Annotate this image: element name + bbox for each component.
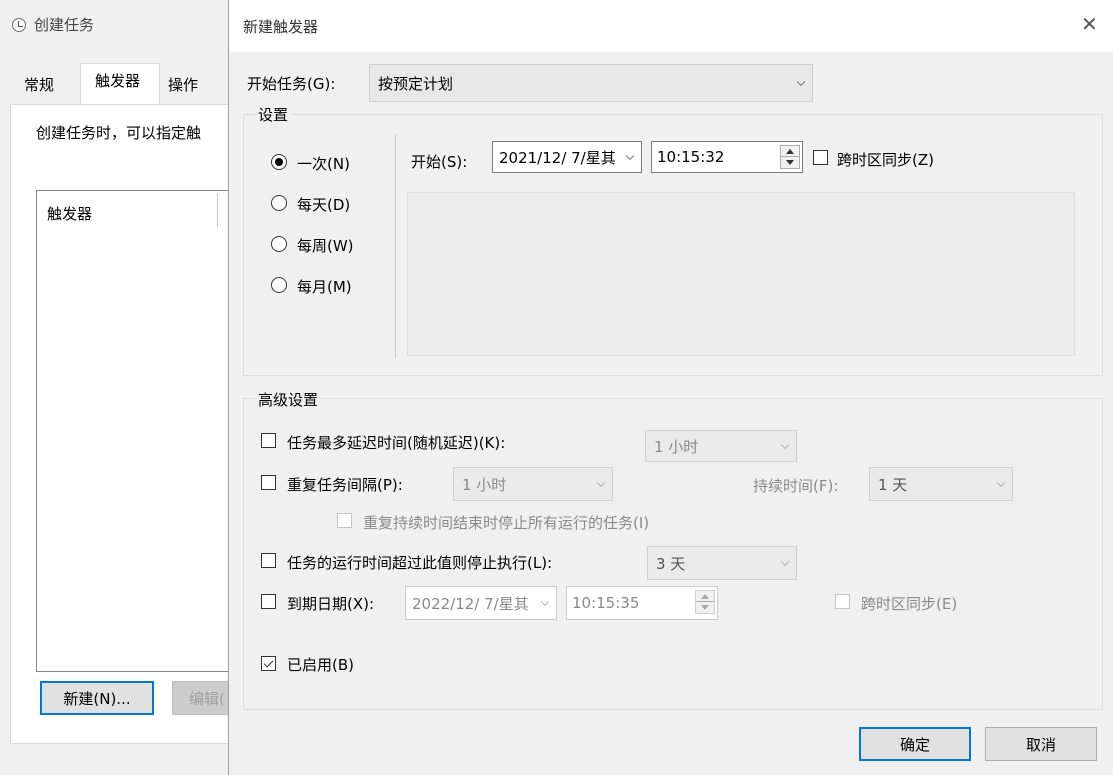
enabled-checkbox[interactable] — [261, 656, 276, 671]
triggers-description: 创建任务时，可以指定触 — [36, 124, 202, 142]
new-trigger-button[interactable]: 新建(N)... — [40, 681, 154, 715]
spin-up-icon — [786, 149, 794, 154]
expire-sync-checkbox[interactable] — [835, 594, 850, 609]
duration-select[interactable]: 1 天 — [869, 467, 1013, 501]
tab-general[interactable]: 常规 — [24, 74, 54, 95]
duration-value: 1 天 — [878, 475, 908, 494]
start-time-input[interactable]: 10:15:32 — [651, 141, 803, 173]
spin-divider — [696, 601, 714, 602]
radio-once[interactable] — [271, 154, 287, 170]
cancel-button[interactable]: 取消 — [985, 727, 1097, 761]
chevron-down-icon — [780, 440, 790, 450]
new-trigger-dialog: 新建触发器 ✕ 开始任务(G): 按预定计划 设置 一次(N) 每天(D) 每周… — [228, 0, 1113, 775]
delay-select[interactable]: 1 小时 — [645, 430, 797, 462]
expire-time-input[interactable]: 10:15:35 — [566, 586, 718, 620]
radio-once-label[interactable]: 一次(N) — [297, 153, 350, 174]
chevron-down-icon — [780, 557, 790, 567]
radio-daily-label[interactable]: 每天(D) — [297, 194, 350, 215]
stop-if-longer-checkbox[interactable] — [261, 553, 276, 568]
radio-daily[interactable] — [271, 195, 287, 211]
stop-all-checkbox[interactable] — [337, 513, 352, 528]
expire-sync-label[interactable]: 跨时区同步(E) — [861, 593, 957, 614]
chevron-down-icon — [625, 151, 635, 161]
start-task-select[interactable]: 按预定计划 — [369, 64, 813, 102]
delay-label[interactable]: 任务最多延迟时间(随机延迟)(K): — [287, 432, 505, 453]
chevron-down-icon — [996, 478, 1006, 488]
list-column-header: 触发器 — [47, 205, 93, 223]
dialog-title: 新建触发器 — [243, 18, 319, 36]
chevron-down-icon — [796, 77, 806, 87]
start-time-value: 10:15:32 — [657, 148, 725, 166]
close-icon[interactable]: ✕ — [1081, 12, 1098, 36]
dialog-titlebar: 新建触发器 ✕ — [229, 0, 1113, 52]
radio-monthly-label[interactable]: 每月(M) — [297, 276, 352, 297]
background-title: 创建任务 — [34, 16, 95, 34]
spin-down-icon — [701, 605, 709, 610]
repeat-checkbox[interactable] — [261, 475, 276, 490]
triggers-list[interactable]: 触发器 — [36, 190, 230, 672]
start-label: 开始(S): — [411, 153, 468, 171]
schedule-details-panel — [407, 192, 1075, 356]
edit-trigger-button[interactable]: 编辑( — [172, 681, 230, 715]
expire-time-spinner[interactable] — [695, 590, 715, 614]
radio-weekly-label[interactable]: 每周(W) — [297, 235, 354, 256]
duration-label: 持续时间(F): — [753, 477, 839, 495]
tab-triggers[interactable]: 触发器 — [80, 63, 160, 105]
column-divider — [217, 193, 218, 227]
stop-if-longer-label[interactable]: 任务的运行时间超过此值则停止执行(L): — [287, 552, 552, 573]
delay-checkbox[interactable] — [261, 433, 276, 448]
repeat-interval-select[interactable]: 1 小时 — [453, 467, 613, 501]
start-time-spinner[interactable] — [780, 145, 800, 169]
stop-if-longer-value: 3 天 — [656, 554, 686, 573]
start-task-label: 开始任务(G): — [247, 75, 336, 93]
chevron-down-icon — [596, 478, 606, 488]
tab-triggers-label: 触发器 — [95, 72, 141, 90]
delay-value: 1 小时 — [654, 437, 699, 456]
repeat-label[interactable]: 重复任务间隔(P): — [287, 474, 403, 495]
start-date-value: 2021/12/ 7/星其 — [499, 148, 616, 167]
repeat-interval-value: 1 小时 — [462, 475, 507, 494]
advanced-settings-label: 高级设置 — [255, 389, 322, 410]
expire-date-picker[interactable]: 2022/12/ 7/星其 — [405, 586, 557, 620]
radio-weekly[interactable] — [271, 236, 287, 252]
expire-date-value: 2022/12/ 7/星其 — [412, 594, 529, 613]
settings-group-label: 设置 — [255, 104, 292, 125]
tab-actions[interactable]: 操作 — [168, 74, 198, 95]
chevron-down-icon — [540, 597, 550, 607]
enabled-label[interactable]: 已启用(B) — [287, 654, 354, 675]
start-date-picker[interactable]: 2021/12/ 7/星其 — [492, 141, 642, 173]
ok-button[interactable]: 确定 — [859, 727, 971, 761]
clock-icon — [12, 18, 26, 32]
expire-label[interactable]: 到期日期(X): — [287, 593, 374, 614]
spin-up-icon — [701, 594, 709, 599]
spin-down-icon — [786, 160, 794, 165]
sync-timezone-checkbox[interactable] — [813, 150, 828, 165]
radio-monthly[interactable] — [271, 277, 287, 293]
spin-divider — [781, 156, 799, 157]
expire-checkbox[interactable] — [261, 594, 276, 609]
sync-timezone-label[interactable]: 跨时区同步(Z) — [837, 149, 934, 170]
start-task-value: 按预定计划 — [378, 74, 454, 93]
stop-if-longer-select[interactable]: 3 天 — [647, 546, 797, 580]
stop-all-label[interactable]: 重复持续时间结束时停止所有运行的任务(I) — [363, 512, 649, 533]
expire-time-value: 10:15:35 — [572, 594, 640, 612]
settings-divider — [395, 134, 396, 358]
